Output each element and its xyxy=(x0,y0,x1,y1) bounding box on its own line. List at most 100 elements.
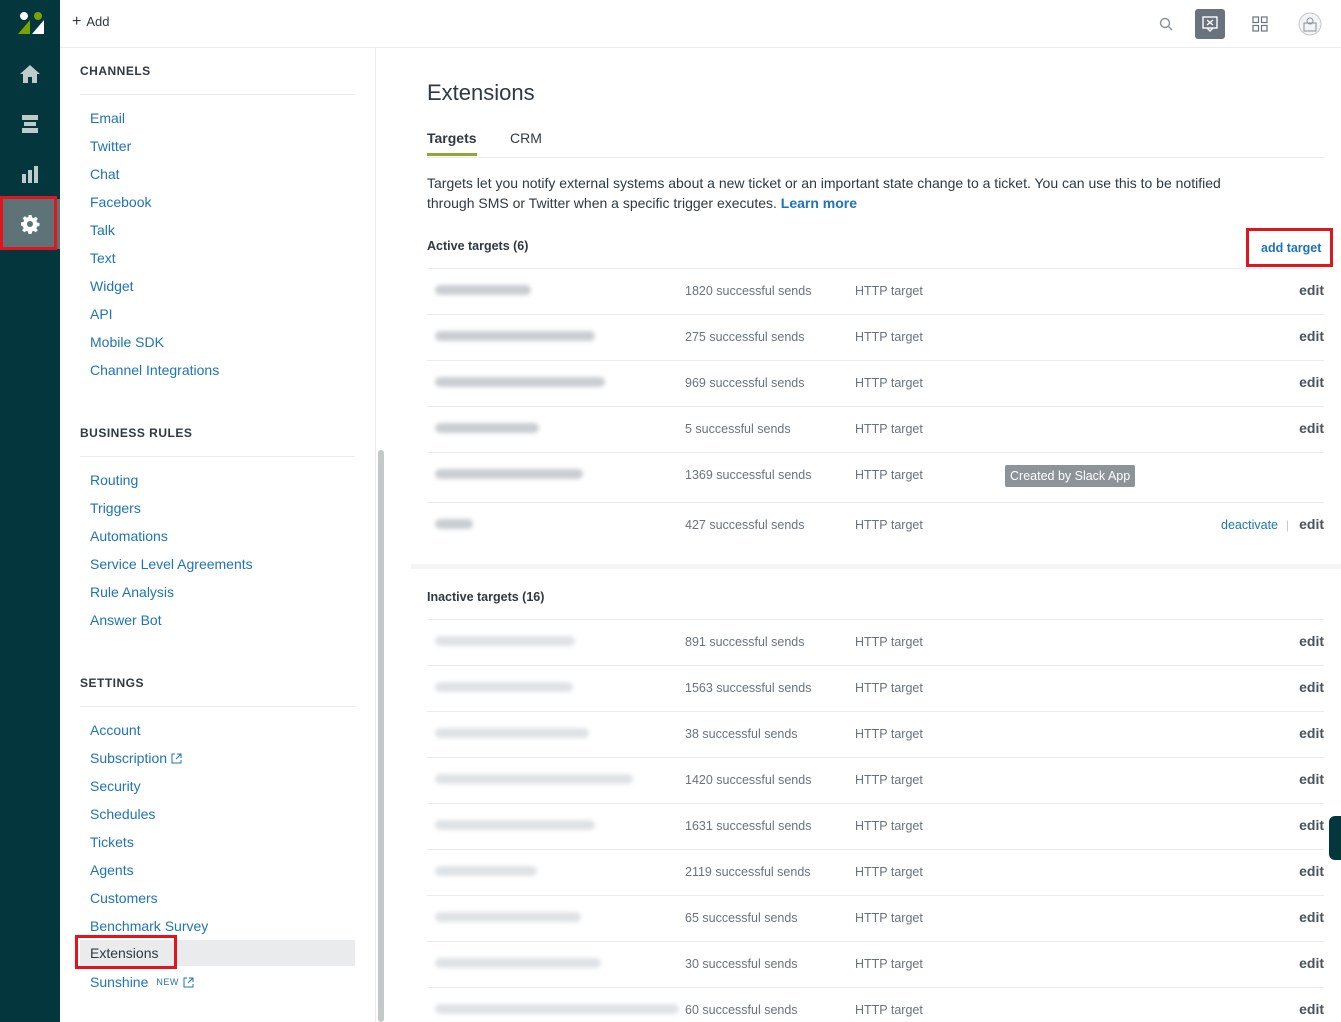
views-icon[interactable] xyxy=(0,99,60,149)
nav-scrollbar[interactable] xyxy=(378,450,384,1022)
nav-link-widget[interactable]: Widget xyxy=(90,278,134,294)
app-window: + Add CHANNELS Email Twitter Chat Facebo… xyxy=(0,0,1341,1022)
products-grid-icon[interactable] xyxy=(1245,9,1275,39)
target-sends: 891 successful sends xyxy=(685,635,805,649)
edit-link[interactable]: edit xyxy=(1299,863,1324,879)
nav-link-agents[interactable]: Agents xyxy=(90,862,134,878)
search-icon[interactable] xyxy=(1151,9,1181,39)
inactive-targets-title: Inactive targets (16) xyxy=(427,590,545,604)
nav-link-triggers[interactable]: Triggers xyxy=(90,500,141,516)
target-sends: 1369 successful sends xyxy=(685,468,812,482)
edit-link[interactable]: edit xyxy=(1299,1001,1324,1017)
tab-crm[interactable]: CRM xyxy=(510,130,542,153)
add-button[interactable]: + Add xyxy=(72,13,110,29)
user-avatar-icon[interactable] xyxy=(1295,9,1325,39)
nav-link-subscription-label: Subscription xyxy=(90,750,168,766)
nav-link-facebook[interactable]: Facebook xyxy=(90,194,151,210)
edit-link[interactable]: edit xyxy=(1299,516,1324,532)
nav-link-text[interactable]: Text xyxy=(90,250,116,266)
link-separator: | xyxy=(1285,518,1289,532)
target-name-redacted[interactable] xyxy=(435,423,539,433)
nav-link-tickets[interactable]: Tickets xyxy=(90,834,134,850)
target-name-redacted[interactable] xyxy=(435,682,573,692)
edit-link[interactable]: edit xyxy=(1299,817,1324,833)
add-button-label: Add xyxy=(86,14,110,29)
nav-link-subscription[interactable]: Subscription xyxy=(90,750,182,766)
nav-link-channel-integrations[interactable]: Channel Integrations xyxy=(90,362,219,378)
tab-bar: Targets CRM xyxy=(427,128,1324,158)
edit-link[interactable]: edit xyxy=(1299,282,1324,298)
target-name-redacted[interactable] xyxy=(435,469,583,479)
target-name-redacted[interactable] xyxy=(435,285,531,295)
zendesk-logo-icon[interactable] xyxy=(18,12,44,34)
target-name-redacted[interactable] xyxy=(435,958,601,968)
target-sends: 65 successful sends xyxy=(685,911,798,925)
nav-link-security[interactable]: Security xyxy=(90,778,141,794)
nav-link-benchmark-survey[interactable]: Benchmark Survey xyxy=(90,918,208,934)
target-name-redacted[interactable] xyxy=(435,636,575,646)
nav-link-automations[interactable]: Automations xyxy=(90,528,168,544)
nav-link-chat[interactable]: Chat xyxy=(90,166,120,182)
nav-link-sunshine-label: Sunshine xyxy=(90,974,149,990)
nav-link-answer-bot[interactable]: Answer Bot xyxy=(90,612,162,628)
learn-more-link[interactable]: Learn more xyxy=(781,195,857,211)
admin-gear-icon[interactable] xyxy=(0,199,60,249)
target-type: HTTP target xyxy=(855,727,923,741)
edit-link[interactable]: edit xyxy=(1299,955,1324,971)
target-name-redacted[interactable] xyxy=(435,331,595,341)
targets-description: Targets let you notify external systems … xyxy=(427,173,1227,213)
target-name-redacted[interactable] xyxy=(435,377,605,387)
edit-link[interactable]: edit xyxy=(1299,633,1324,649)
target-name-redacted[interactable] xyxy=(435,728,589,738)
target-name-redacted[interactable] xyxy=(435,774,633,784)
edit-link[interactable]: edit xyxy=(1299,725,1324,741)
nav-link-mobile-sdk[interactable]: Mobile SDK xyxy=(90,334,164,350)
target-type: HTTP target xyxy=(855,681,923,695)
target-name-redacted[interactable] xyxy=(435,519,473,529)
edit-link[interactable]: edit xyxy=(1299,679,1324,695)
nav-link-routing[interactable]: Routing xyxy=(90,472,138,488)
nav-link-sunshine[interactable]: Sunshine NEW xyxy=(90,974,194,990)
main-content: Extensions Targets CRM Targets let you n… xyxy=(390,48,1341,1022)
add-target-button[interactable]: add target xyxy=(1261,241,1321,255)
nav-link-extensions[interactable]: Extensions xyxy=(80,940,355,966)
target-sends: 38 successful sends xyxy=(685,727,798,741)
target-sends: 2119 successful sends xyxy=(685,865,811,879)
nav-link-sla[interactable]: Service Level Agreements xyxy=(90,556,253,572)
conversations-icon[interactable] xyxy=(1195,9,1225,39)
edit-link[interactable]: edit xyxy=(1299,771,1324,787)
side-panel-handle[interactable] xyxy=(1329,816,1341,860)
target-type: HTTP target xyxy=(855,422,923,436)
target-type: HTTP target xyxy=(855,284,923,298)
nav-link-rule-analysis[interactable]: Rule Analysis xyxy=(90,584,174,600)
inactive-targets-list: 891 successful sends HTTP target edit 15… xyxy=(427,619,1324,1022)
tab-targets[interactable]: Targets xyxy=(427,130,477,156)
nav-link-schedules[interactable]: Schedules xyxy=(90,806,155,822)
target-type: HTTP target xyxy=(855,773,923,787)
home-icon[interactable] xyxy=(0,49,60,99)
nav-link-account[interactable]: Account xyxy=(90,722,141,738)
target-name-redacted[interactable] xyxy=(435,1004,679,1014)
target-name-redacted[interactable] xyxy=(435,866,537,876)
edit-link[interactable]: edit xyxy=(1299,420,1324,436)
target-sends: 969 successful sends xyxy=(685,376,805,390)
target-row: 1420 successful sends HTTP target edit xyxy=(427,757,1324,803)
target-type: HTTP target xyxy=(855,957,923,971)
edit-link[interactable]: edit xyxy=(1299,328,1324,344)
nav-link-talk[interactable]: Talk xyxy=(90,222,115,238)
target-name-redacted[interactable] xyxy=(435,820,595,830)
created-by-slack-badge: Created by Slack App xyxy=(1005,465,1136,487)
admin-settings-nav: CHANNELS Email Twitter Chat Facebook Tal… xyxy=(60,48,376,1022)
nav-link-email[interactable]: Email xyxy=(90,110,125,126)
nav-link-twitter[interactable]: Twitter xyxy=(90,138,131,154)
product-rail xyxy=(0,0,60,1022)
target-sends: 1820 successful sends xyxy=(685,284,812,298)
nav-link-customers[interactable]: Customers xyxy=(90,890,158,906)
target-name-redacted[interactable] xyxy=(435,912,581,922)
target-type: HTTP target xyxy=(855,468,923,482)
reporting-icon[interactable] xyxy=(0,149,60,199)
nav-link-api[interactable]: API xyxy=(90,306,113,322)
edit-link[interactable]: edit xyxy=(1299,374,1324,390)
deactivate-link[interactable]: deactivate xyxy=(1221,518,1278,532)
edit-link[interactable]: edit xyxy=(1299,909,1324,925)
